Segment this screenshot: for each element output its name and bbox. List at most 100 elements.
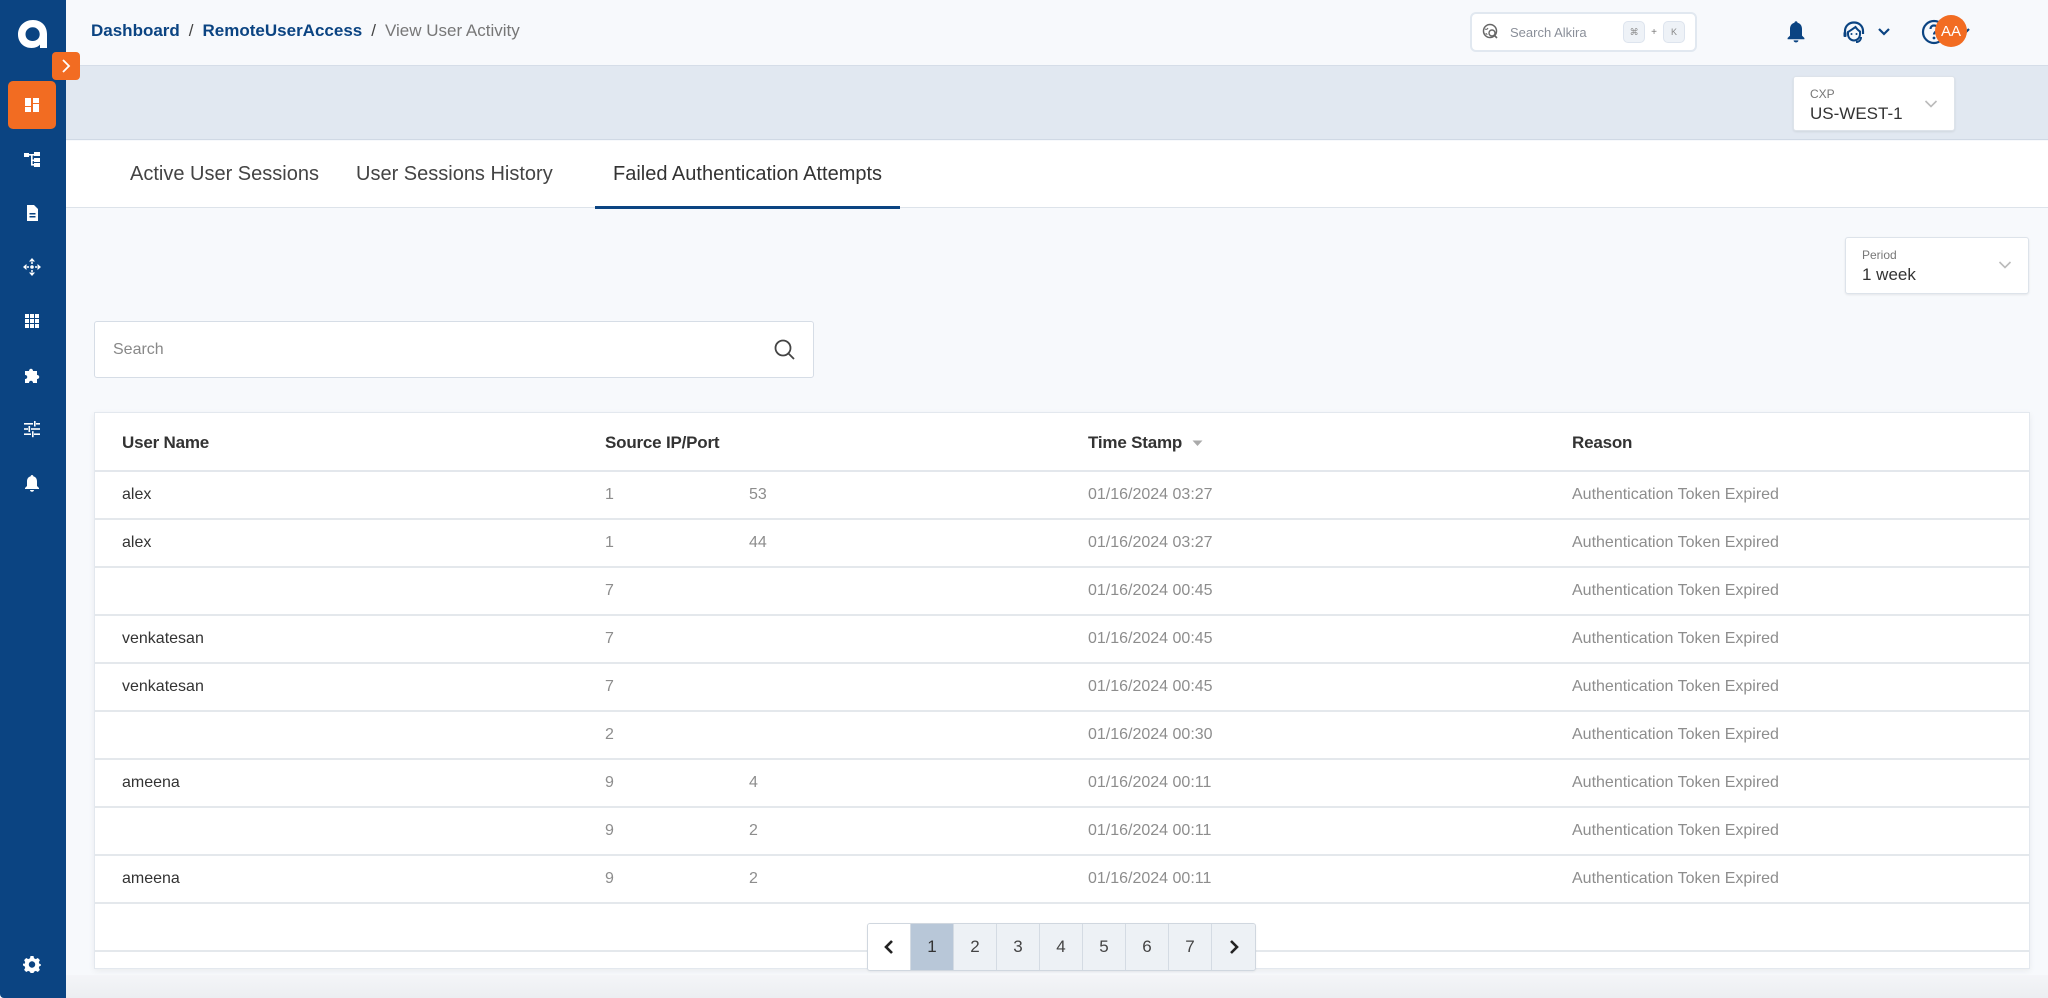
sidebar-item-extensions[interactable] — [8, 351, 56, 399]
cell-source-ip-start: 7 — [605, 582, 614, 599]
column-header-time-stamp[interactable]: Time Stamp — [1088, 433, 1203, 453]
cell-source-port: 4 — [749, 774, 758, 791]
tab-failed-authentication-attempts[interactable]: Failed Authentication Attempts — [595, 141, 901, 209]
chevron-right-icon — [62, 59, 71, 73]
cell-user-name: venkatesan — [122, 678, 204, 695]
cxp-select-label: CXP — [1810, 87, 1835, 101]
period-select-value: 1 week — [1862, 265, 1916, 284]
table-row[interactable]: alex 1 44 01/16/2024 03:27 Authentication To… — [95, 520, 2029, 568]
page-button-1[interactable]: 1 — [911, 924, 954, 970]
sidebar — [0, 0, 66, 998]
redacted-ip-region — [613, 568, 749, 614]
chevron-down-icon — [1878, 28, 1890, 36]
table-row[interactable]: alex 1 53 01/16/2024 03:27 Authentication To… — [95, 472, 2029, 520]
redacted-ip-region — [613, 856, 749, 902]
page-button-3[interactable]: 3 — [997, 924, 1040, 970]
column-header-reason[interactable]: Reason — [1572, 433, 1632, 453]
cell-time-stamp: 01/16/2024 00:30 — [1088, 726, 1213, 743]
failed-auth-table: User Name Source IP/Port Time Stamp Reas… — [94, 412, 2030, 969]
global-search-input[interactable]: Search Alkira ⌘ + K — [1470, 12, 1697, 52]
table-row[interactable]: venkatesan 7 01/16/2024 00:45 Authenticatio… — [95, 616, 2029, 664]
chevron-left-icon — [884, 940, 893, 954]
breadcrumb-current-page: View User Activity — [384, 21, 520, 40]
cell-user-name: alex — [122, 534, 152, 551]
k-key-badge: K — [1663, 21, 1685, 43]
alkira-logo-icon[interactable] — [13, 14, 53, 54]
move-arrows-icon — [23, 258, 41, 276]
redacted-ip-region — [613, 808, 749, 854]
breadcrumb: Dashboard / RemoteUserAccess / View User… — [91, 21, 520, 41]
redacted-ip-region — [613, 520, 749, 566]
table-row[interactable]: 9 2 01/16/2024 00:11 Authentication Token E… — [95, 808, 2029, 856]
page-button-6[interactable]: 6 — [1126, 924, 1169, 970]
cell-time-stamp: 01/16/2024 03:27 — [1088, 486, 1213, 503]
table-row[interactable]: ameena 9 4 01/16/2024 00:11 Authentication T… — [95, 760, 2029, 808]
page-button-5[interactable]: 5 — [1083, 924, 1126, 970]
cell-time-stamp: 01/16/2024 00:45 — [1088, 678, 1213, 695]
redacted-ip-region — [613, 712, 749, 758]
gear-icon — [23, 956, 41, 973]
tab-bar: Active User Sessions User Sessions Histo… — [66, 141, 2048, 209]
sidebar-item-topology[interactable] — [8, 135, 56, 183]
sidebar-item-documents[interactable] — [8, 189, 56, 237]
table-search-input[interactable] — [113, 322, 753, 377]
bell-icon — [25, 475, 39, 492]
cell-reason: Authentication Token Expired — [1572, 726, 1779, 743]
document-icon — [27, 205, 38, 221]
cell-source-ip-start: 1 — [605, 486, 614, 503]
sidebar-item-policies[interactable] — [8, 405, 56, 453]
cell-reason: Authentication Token Expired — [1572, 582, 1779, 599]
sidebar-item-settings[interactable] — [8, 940, 56, 988]
notifications-button[interactable] — [1785, 16, 1807, 48]
period-select-label: Period — [1862, 248, 1897, 262]
tab-user-sessions-history[interactable]: User Sessions History — [338, 141, 571, 208]
breadcrumb-remote-user-access[interactable]: RemoteUserAccess — [203, 21, 363, 41]
table-body: alex 1 53 01/16/2024 03:27 Authentication To… — [95, 472, 2029, 952]
cell-reason: Authentication Token Expired — [1572, 486, 1779, 503]
cell-user-name: ameena — [122, 870, 180, 887]
cxp-select-value: US-WEST-1 — [1810, 104, 1903, 123]
user-avatar[interactable]: AA — [1935, 15, 1967, 47]
cell-reason: Authentication Token Expired — [1572, 678, 1779, 695]
table-row[interactable]: ameena 9 2 01/16/2024 00:11 Authentication T… — [95, 856, 2029, 904]
table-row[interactable]: 2 01/16/2024 00:30 Authentication Token Ex… — [95, 712, 2029, 760]
chevron-down-icon — [1998, 261, 2012, 269]
search-icon[interactable] — [773, 338, 797, 362]
sidebar-item-dashboard[interactable] — [8, 81, 56, 129]
table-row[interactable]: venkatesan 7 01/16/2024 00:45 Authenticatio… — [95, 664, 2029, 712]
cell-time-stamp: 01/16/2024 00:11 — [1088, 774, 1212, 791]
page-button-7[interactable]: 7 — [1169, 924, 1212, 970]
breadcrumb-dashboard[interactable]: Dashboard — [91, 21, 180, 41]
sidebar-item-network[interactable] — [8, 243, 56, 291]
sidebar-expand-button[interactable] — [52, 52, 80, 80]
column-header-time-stamp-label: Time Stamp — [1088, 433, 1183, 452]
previous-page-button[interactable] — [868, 924, 911, 970]
sidebar-item-apps[interactable] — [8, 297, 56, 345]
period-select[interactable]: Period 1 week — [1845, 237, 2029, 294]
cell-source-port: 53 — [749, 486, 767, 503]
page-button-2[interactable]: 2 — [954, 924, 997, 970]
redacted-ip-region — [613, 760, 749, 806]
cxp-select[interactable]: CXP US-WEST-1 — [1793, 76, 1955, 131]
column-header-source-ip-port[interactable]: Source IP/Port — [605, 433, 720, 453]
cell-time-stamp: 01/16/2024 00:11 — [1088, 822, 1212, 839]
column-header-user-name[interactable]: User Name — [122, 433, 209, 453]
support-menu-button[interactable] — [1841, 16, 1891, 48]
cell-source-ip-start: 2 — [605, 726, 614, 743]
grid-icon — [25, 314, 39, 328]
sidebar-item-alerts[interactable] — [8, 459, 56, 507]
table-search — [94, 321, 814, 378]
next-page-button[interactable] — [1212, 924, 1255, 970]
cell-source-ip-start: 7 — [605, 630, 614, 647]
cell-source-port: 44 — [749, 534, 767, 551]
cell-reason: Authentication Token Expired — [1572, 534, 1779, 551]
cell-source-ip-start: 1 — [605, 534, 614, 551]
shortcut-plus: + — [1651, 26, 1657, 38]
table-row[interactable]: 7 01/16/2024 00:45 Authentication Token Ex… — [95, 568, 2029, 616]
cell-user-name: alex — [122, 486, 152, 503]
cxp-band: CXP US-WEST-1 — [66, 66, 2048, 140]
chevron-right-icon — [1229, 940, 1239, 954]
tab-active-user-sessions[interactable]: Active User Sessions — [112, 141, 337, 208]
page-button-4[interactable]: 4 — [1040, 924, 1083, 970]
hierarchy-icon — [24, 152, 40, 167]
